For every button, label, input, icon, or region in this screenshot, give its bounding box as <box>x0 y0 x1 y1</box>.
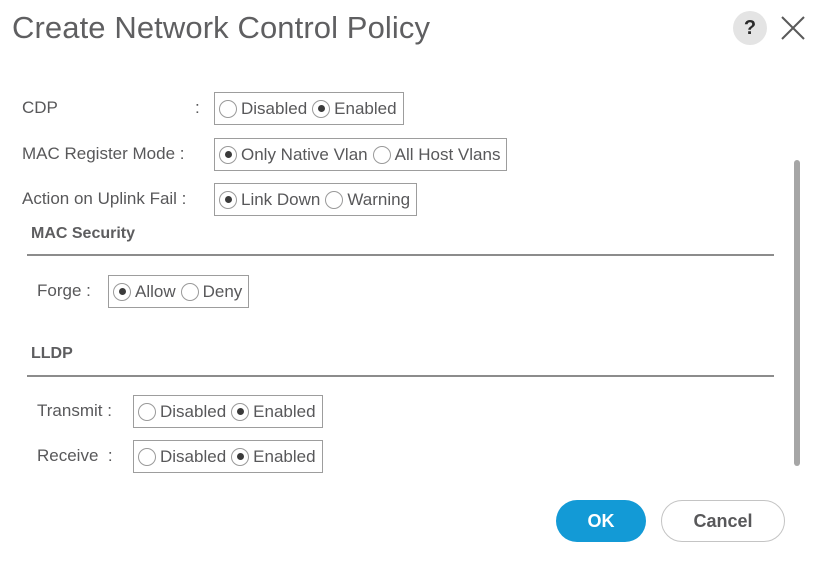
radio-button[interactable] <box>219 190 237 209</box>
mac-register-mode-label: MAC Register Mode : <box>22 144 185 163</box>
uplink-fail-option-link-down[interactable]: Link Down <box>219 190 320 210</box>
receive-radio-group: Disabled Enabled <box>133 440 323 473</box>
cdp-label: CDP <box>22 98 58 117</box>
action-on-uplink-fail-radio-group: Link Down Warning <box>214 183 418 216</box>
receive-option-disabled[interactable]: Disabled <box>138 447 226 467</box>
radio-button[interactable] <box>138 447 156 466</box>
dialog-title: Create Network Control Policy <box>12 10 431 45</box>
cdp-radio-group: Disabled Enabled <box>214 92 404 125</box>
cdp-row: CDP <box>22 98 58 118</box>
receive-option-enabled[interactable]: Enabled <box>231 447 316 467</box>
cdp-option-disabled[interactable]: Disabled <box>219 99 307 119</box>
help-button[interactable]: ? <box>733 11 767 45</box>
radio-button[interactable] <box>219 99 237 118</box>
transmit-radio-group: Disabled Enabled <box>133 395 323 428</box>
transmit-option-disabled[interactable]: Disabled <box>138 402 226 422</box>
uplink-fail-option-warning[interactable]: Warning <box>325 190 410 210</box>
vertical-scrollbar[interactable] <box>794 160 800 466</box>
mac-register-mode-radio-group: Only Native Vlan All Host Vlans <box>214 138 508 171</box>
radio-button[interactable] <box>180 282 199 301</box>
section-divider <box>27 254 774 256</box>
radio-button[interactable] <box>231 447 250 466</box>
section-divider <box>27 375 774 377</box>
forge-radio-group: Allow Deny <box>108 275 250 308</box>
question-mark-icon: ? <box>743 16 757 39</box>
radio-button[interactable] <box>231 402 250 421</box>
close-button[interactable] <box>779 14 807 42</box>
forge-label: Forge : <box>37 281 91 300</box>
transmit-option-enabled[interactable]: Enabled <box>231 402 316 422</box>
close-x-icon <box>781 16 805 40</box>
receive-label: Receive : <box>37 446 113 465</box>
radio-button[interactable] <box>325 190 344 209</box>
cdp-colon: : <box>195 98 200 117</box>
radio-button[interactable] <box>138 402 156 421</box>
radio-button[interactable] <box>372 145 391 164</box>
mac-security-section-title: MAC Security <box>31 225 136 242</box>
cdp-option-enabled[interactable]: Enabled <box>312 99 397 119</box>
ok-button[interactable]: OK <box>556 500 646 542</box>
radio-button[interactable] <box>312 99 331 118</box>
lldp-section-title: LLDP <box>31 345 73 362</box>
cancel-button[interactable]: Cancel <box>661 500 785 542</box>
forge-option-deny[interactable]: Deny <box>180 282 242 302</box>
transmit-label: Transmit : <box>37 401 112 420</box>
mac-register-option-only-native-vlan[interactable]: Only Native Vlan <box>219 145 368 165</box>
radio-button[interactable] <box>113 282 131 301</box>
forge-option-allow[interactable]: Allow <box>113 282 176 302</box>
mac-register-option-all-host-vlans[interactable]: All Host Vlans <box>372 145 500 165</box>
action-on-uplink-fail-label: Action on Uplink Fail : <box>22 189 187 208</box>
radio-button[interactable] <box>219 145 237 164</box>
